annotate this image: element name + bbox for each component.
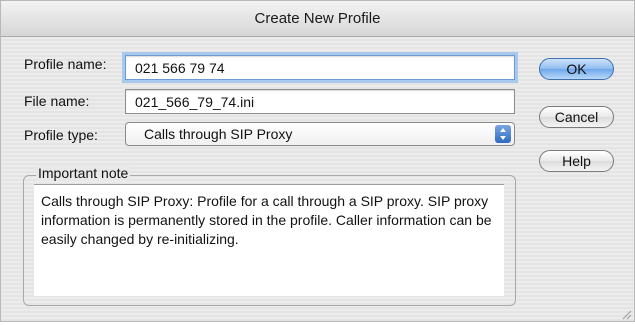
select-arrows-icon [495,125,511,143]
ok-button[interactable]: OK [539,58,614,80]
file-name-value: 021_566_79_74.ini [135,93,255,110]
important-note-title: Important note [36,165,131,181]
profile-name-label: Profile name: [24,56,107,72]
resize-grip-icon[interactable] [620,307,632,320]
important-note-text: Calls through SIP Proxy: Profile for a c… [34,184,504,296]
profile-type-select[interactable]: Calls through SIP Proxy [125,122,515,146]
create-profile-dialog: Create New Profile Profile name: 021 566… [0,0,635,322]
profile-type-value: Calls through SIP Proxy [144,126,293,142]
help-button[interactable]: Help [539,150,614,172]
profile-name-input[interactable]: 021 566 79 74 [125,55,515,80]
profile-name-value: 021 566 79 74 [135,59,225,76]
file-name-label: File name: [24,93,90,109]
file-name-input[interactable]: 021_566_79_74.ini [125,89,515,114]
profile-type-label: Profile type: [24,127,98,143]
cancel-button[interactable]: Cancel [539,106,614,128]
dialog-title: Create New Profile [1,1,634,37]
